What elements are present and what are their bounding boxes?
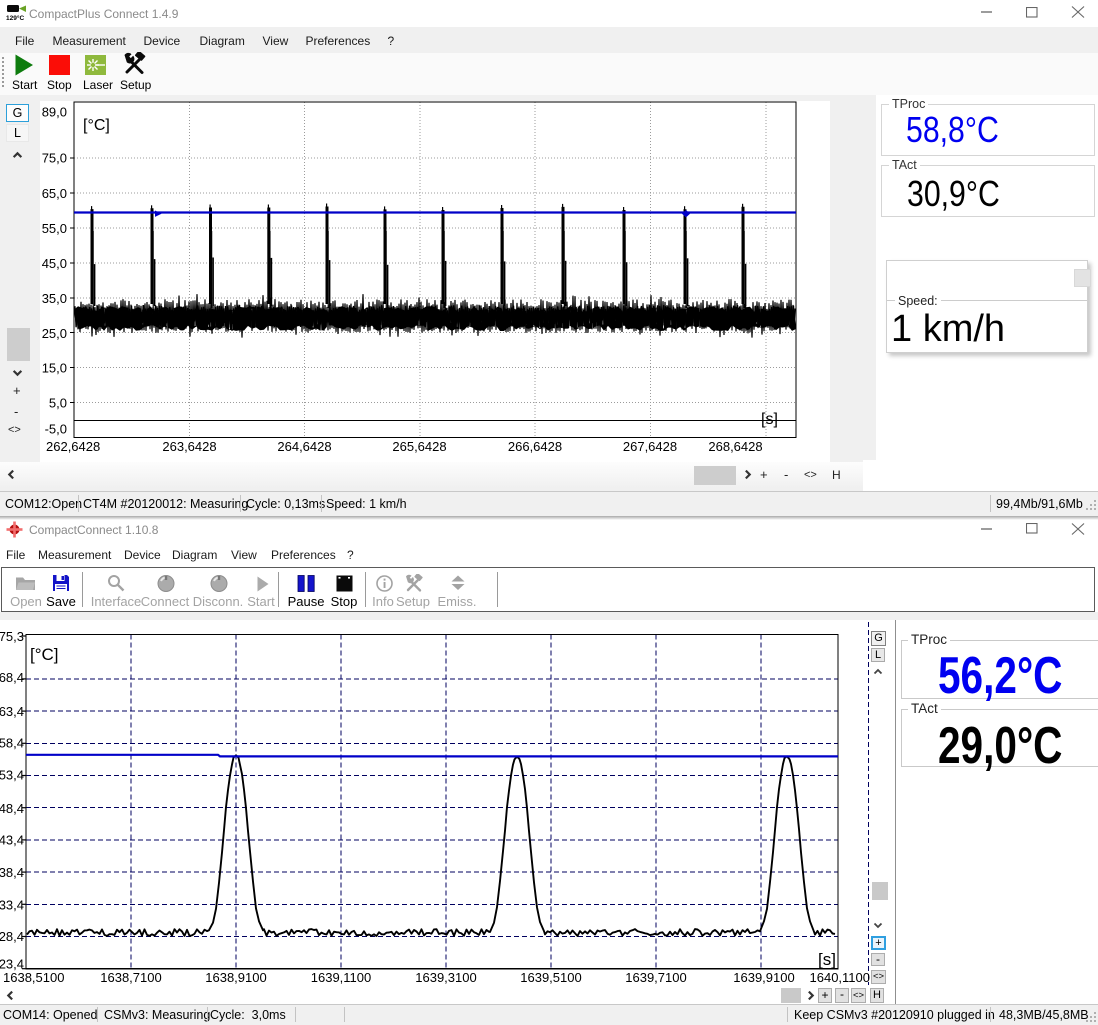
svg-text:75,3: 75,3 [0, 629, 24, 644]
svg-text:28,4: 28,4 [0, 929, 24, 944]
svg-text:1638,5100: 1638,5100 [3, 970, 64, 985]
svg-text:-5,0: -5,0 [45, 422, 67, 437]
svg-text:68,4: 68,4 [0, 670, 24, 685]
svg-text:45,0: 45,0 [42, 256, 67, 271]
svg-text:[s]: [s] [761, 411, 778, 428]
svg-text:63,4: 63,4 [0, 704, 24, 719]
svg-text:1639,1100: 1639,1100 [311, 970, 372, 985]
svg-text:55,0: 55,0 [42, 221, 67, 236]
svg-text:53,4: 53,4 [0, 768, 24, 783]
svg-text:5,0: 5,0 [49, 396, 67, 411]
svg-text:48,4: 48,4 [0, 801, 24, 816]
svg-text:89,0: 89,0 [42, 105, 67, 120]
svg-text:65,0: 65,0 [42, 186, 67, 201]
svg-text:43,4: 43,4 [0, 833, 24, 848]
svg-text:267,6428: 267,6428 [623, 439, 677, 454]
svg-text:1640,1100: 1640,1100 [810, 970, 871, 985]
svg-text:75,0: 75,0 [42, 151, 67, 166]
svg-text:58,4: 58,4 [0, 736, 24, 751]
svg-text:1639,7100: 1639,7100 [625, 970, 686, 985]
svg-text:[s]: [s] [818, 950, 836, 969]
svg-text:266,6428: 266,6428 [508, 439, 562, 454]
svg-text:1639,5100: 1639,5100 [520, 970, 581, 985]
svg-text:[°C]: [°C] [83, 117, 110, 134]
svg-text:1639,3100: 1639,3100 [415, 970, 476, 985]
svg-text:262,6428: 262,6428 [46, 439, 100, 454]
svg-text:1638,7100: 1638,7100 [100, 970, 161, 985]
svg-text:35,0: 35,0 [42, 291, 67, 306]
svg-text:15,0: 15,0 [42, 361, 67, 376]
svg-text:265,6428: 265,6428 [392, 439, 446, 454]
svg-text:[°C]: [°C] [30, 645, 59, 664]
svg-text:268,6428: 268,6428 [708, 439, 762, 454]
svg-text:33,4: 33,4 [0, 898, 24, 913]
svg-text:1639,9100: 1639,9100 [733, 970, 794, 985]
svg-text:25,0: 25,0 [42, 326, 67, 341]
svg-text:263,6428: 263,6428 [162, 439, 216, 454]
svg-text:38,4: 38,4 [0, 865, 24, 880]
svg-text:129°C: 129°C [6, 14, 24, 21]
svg-text:264,6428: 264,6428 [277, 439, 331, 454]
svg-text:1638,9100: 1638,9100 [205, 970, 266, 985]
